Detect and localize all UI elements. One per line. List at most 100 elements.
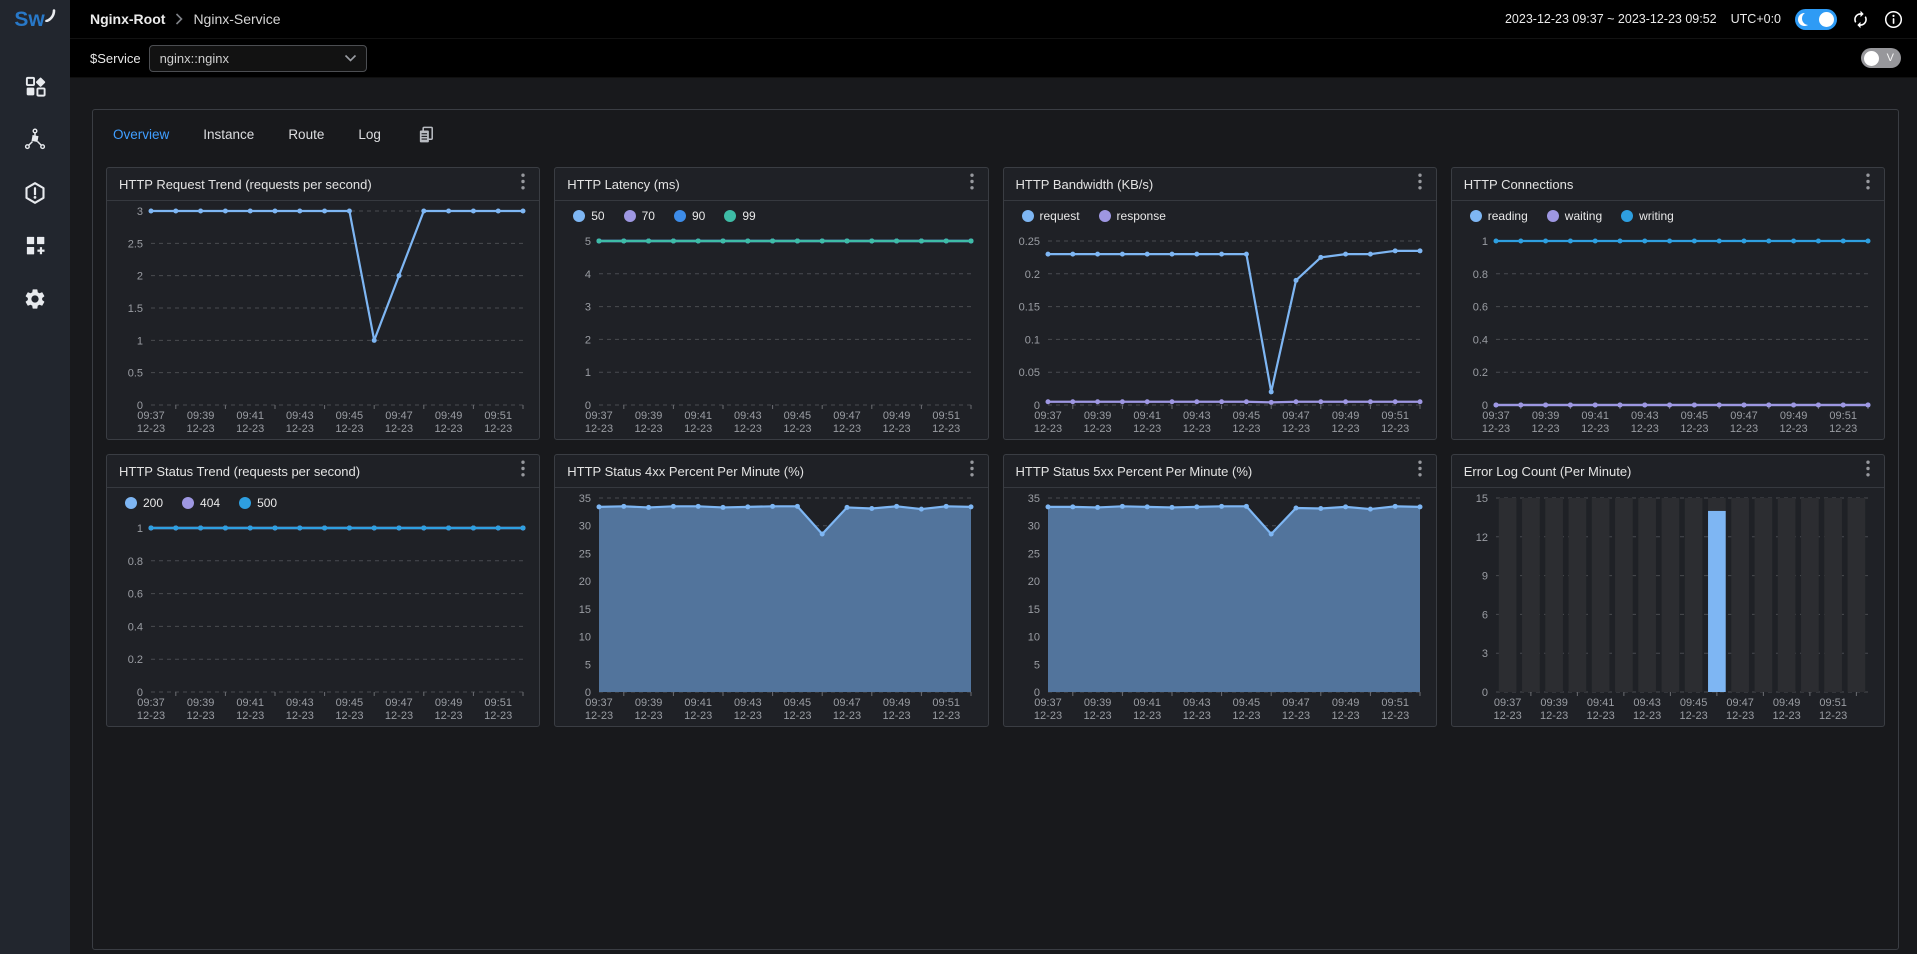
svg-text:3: 3 xyxy=(585,302,591,314)
svg-text:0.8: 0.8 xyxy=(128,556,143,568)
svg-text:30: 30 xyxy=(1027,521,1039,533)
tab-instance[interactable]: Instance xyxy=(203,127,254,142)
sidebar: Sw xyxy=(0,0,70,954)
legend-item-request[interactable]: request xyxy=(1022,209,1080,223)
header-controls: 2023-12-23 09:37 ~ 2023-12-23 09:52 UTC+… xyxy=(1505,9,1903,30)
svg-text:09:41: 09:41 xyxy=(236,410,264,422)
svg-text:09:45: 09:45 xyxy=(336,410,364,422)
panel-menu-icon[interactable] xyxy=(517,458,529,484)
legend-item-500[interactable]: 500 xyxy=(239,496,277,510)
panel-menu-icon[interactable] xyxy=(966,458,978,484)
svg-text:12-23: 12-23 xyxy=(734,710,762,722)
svg-text:12-23: 12-23 xyxy=(585,710,613,722)
svg-text:5: 5 xyxy=(585,659,591,671)
svg-text:12-23: 12-23 xyxy=(236,423,264,435)
edit-mode-toggle[interactable]: V xyxy=(1861,48,1901,68)
theme-toggle[interactable] xyxy=(1795,9,1837,30)
legend-item-reading[interactable]: reading xyxy=(1470,209,1528,223)
svg-text:09:39: 09:39 xyxy=(1540,697,1568,709)
svg-text:09:41: 09:41 xyxy=(1133,697,1161,709)
topology-icon xyxy=(23,128,47,152)
svg-text:09:51: 09:51 xyxy=(933,410,961,422)
svg-text:09:51: 09:51 xyxy=(484,410,512,422)
panel-menu-icon[interactable] xyxy=(966,171,978,197)
chart-plot-status-trend[interactable]: 00.20.40.60.8109:3712-2309:3912-2309:411… xyxy=(107,518,539,726)
panel-menu-icon[interactable] xyxy=(1414,458,1426,484)
chart-panel-bandwidth: HTTP Bandwidth (KB/s)requestresponse00.0… xyxy=(1003,167,1437,440)
svg-text:12-23: 12-23 xyxy=(1493,710,1521,722)
breadcrumb-root[interactable]: Nginx-Root xyxy=(90,11,165,27)
svg-text:09:51: 09:51 xyxy=(1381,410,1409,422)
svg-text:12-23: 12-23 xyxy=(435,710,463,722)
legend-item-404[interactable]: 404 xyxy=(182,496,220,510)
chart-plot-status-4xx[interactable]: 0510152025303509:3712-2309:3912-2309:411… xyxy=(555,488,987,726)
timezone-label: UTC+0:0 xyxy=(1731,12,1781,26)
legend-item-writing[interactable]: writing xyxy=(1621,209,1674,223)
sidebar-item-topology[interactable] xyxy=(0,113,70,166)
legend-item-99[interactable]: 99 xyxy=(724,209,755,223)
svg-text:09:39: 09:39 xyxy=(1083,697,1111,709)
chart-plot-request-trend[interactable]: 00.511.522.5309:3712-2309:3912-2309:4112… xyxy=(107,201,539,439)
svg-text:15: 15 xyxy=(1027,604,1039,616)
tab-route[interactable]: Route xyxy=(288,127,324,142)
time-range-picker[interactable]: 2023-12-23 09:37 ~ 2023-12-23 09:52 xyxy=(1505,12,1717,26)
panel-menu-icon[interactable] xyxy=(1862,171,1874,197)
legend-item-90[interactable]: 90 xyxy=(674,209,705,223)
panel-menu-icon[interactable] xyxy=(1414,171,1426,197)
svg-text:12-23: 12-23 xyxy=(684,710,712,722)
svg-text:12-23: 12-23 xyxy=(187,710,215,722)
svg-text:12-23: 12-23 xyxy=(286,710,314,722)
breadcrumb-current[interactable]: Nginx-Service xyxy=(193,11,280,27)
sidebar-item-marketplace[interactable] xyxy=(0,60,70,113)
svg-text:0: 0 xyxy=(1482,687,1488,699)
chart-plot-connections[interactable]: 00.20.40.60.8109:3712-2309:3912-2309:411… xyxy=(1452,231,1884,439)
tab-overview[interactable]: Overview xyxy=(113,127,169,142)
svg-text:12-23: 12-23 xyxy=(635,710,663,722)
tab-log[interactable]: Log xyxy=(358,127,381,142)
svg-text:0.5: 0.5 xyxy=(128,368,143,380)
legend-item-response[interactable]: response xyxy=(1099,209,1166,223)
logo-text: Sw xyxy=(14,8,44,32)
chart-title-status-4xx: HTTP Status 4xx Percent Per Minute (%) xyxy=(567,464,804,479)
info-button[interactable] xyxy=(1884,10,1903,29)
svg-text:09:41: 09:41 xyxy=(685,410,713,422)
svg-text:09:51: 09:51 xyxy=(933,697,961,709)
legend-item-70[interactable]: 70 xyxy=(624,209,655,223)
svg-text:09:45: 09:45 xyxy=(784,410,812,422)
svg-text:09:41: 09:41 xyxy=(1587,697,1615,709)
copy-dashboard-icon[interactable] xyxy=(417,125,436,144)
svg-text:12-23: 12-23 xyxy=(1819,710,1847,722)
chart-panel-header: HTTP Status 5xx Percent Per Minute (%) xyxy=(1004,455,1436,488)
svg-text:09:45: 09:45 xyxy=(784,697,812,709)
sidebar-item-settings[interactable] xyxy=(0,272,70,325)
legend-label: 70 xyxy=(642,209,655,223)
service-select[interactable]: nginx::nginx xyxy=(149,45,367,72)
svg-text:09:49: 09:49 xyxy=(1331,410,1359,422)
svg-text:9: 9 xyxy=(1482,571,1488,583)
chart-plot-latency[interactable]: 01234509:3712-2309:3912-2309:4112-2309:4… xyxy=(555,231,987,439)
service-select-value: nginx::nginx xyxy=(160,51,344,66)
sidebar-nav xyxy=(0,60,70,325)
sidebar-item-dashboards[interactable] xyxy=(0,219,70,272)
chart-plot-status-5xx[interactable]: 0510152025303509:3712-2309:3912-2309:411… xyxy=(1004,488,1436,726)
legend-dot-icon xyxy=(1022,210,1034,222)
toolbar-right: V xyxy=(1861,48,1901,68)
chart-panel-latency: HTTP Latency (ms)5070909901234509:3712-2… xyxy=(554,167,988,440)
chart-legend: request response xyxy=(1004,201,1436,231)
legend-item-waiting[interactable]: waiting xyxy=(1547,209,1602,223)
sidebar-item-alerting[interactable] xyxy=(0,166,70,219)
svg-text:10: 10 xyxy=(1027,632,1039,644)
charts-grid: HTTP Request Trend (requests per second)… xyxy=(93,154,1898,740)
svg-text:09:43: 09:43 xyxy=(286,697,314,709)
svg-text:12-23: 12-23 xyxy=(1133,423,1161,435)
svg-text:12-23: 12-23 xyxy=(932,423,960,435)
right-column: Nginx-Root Nginx-Service 2023-12-23 09:3… xyxy=(70,0,1917,954)
panel-menu-icon[interactable] xyxy=(517,171,529,197)
panel-menu-icon[interactable] xyxy=(1862,458,1874,484)
svg-text:12-23: 12-23 xyxy=(1033,710,1061,722)
chart-plot-bandwidth[interactable]: 00.050.10.150.20.2509:3712-2309:3912-230… xyxy=(1004,231,1436,439)
refresh-button[interactable] xyxy=(1851,10,1870,29)
legend-item-50[interactable]: 50 xyxy=(573,209,604,223)
chart-plot-error-log[interactable]: 0369121509:3712-2309:3912-2309:4112-2309… xyxy=(1452,488,1884,726)
legend-item-200[interactable]: 200 xyxy=(125,496,163,510)
